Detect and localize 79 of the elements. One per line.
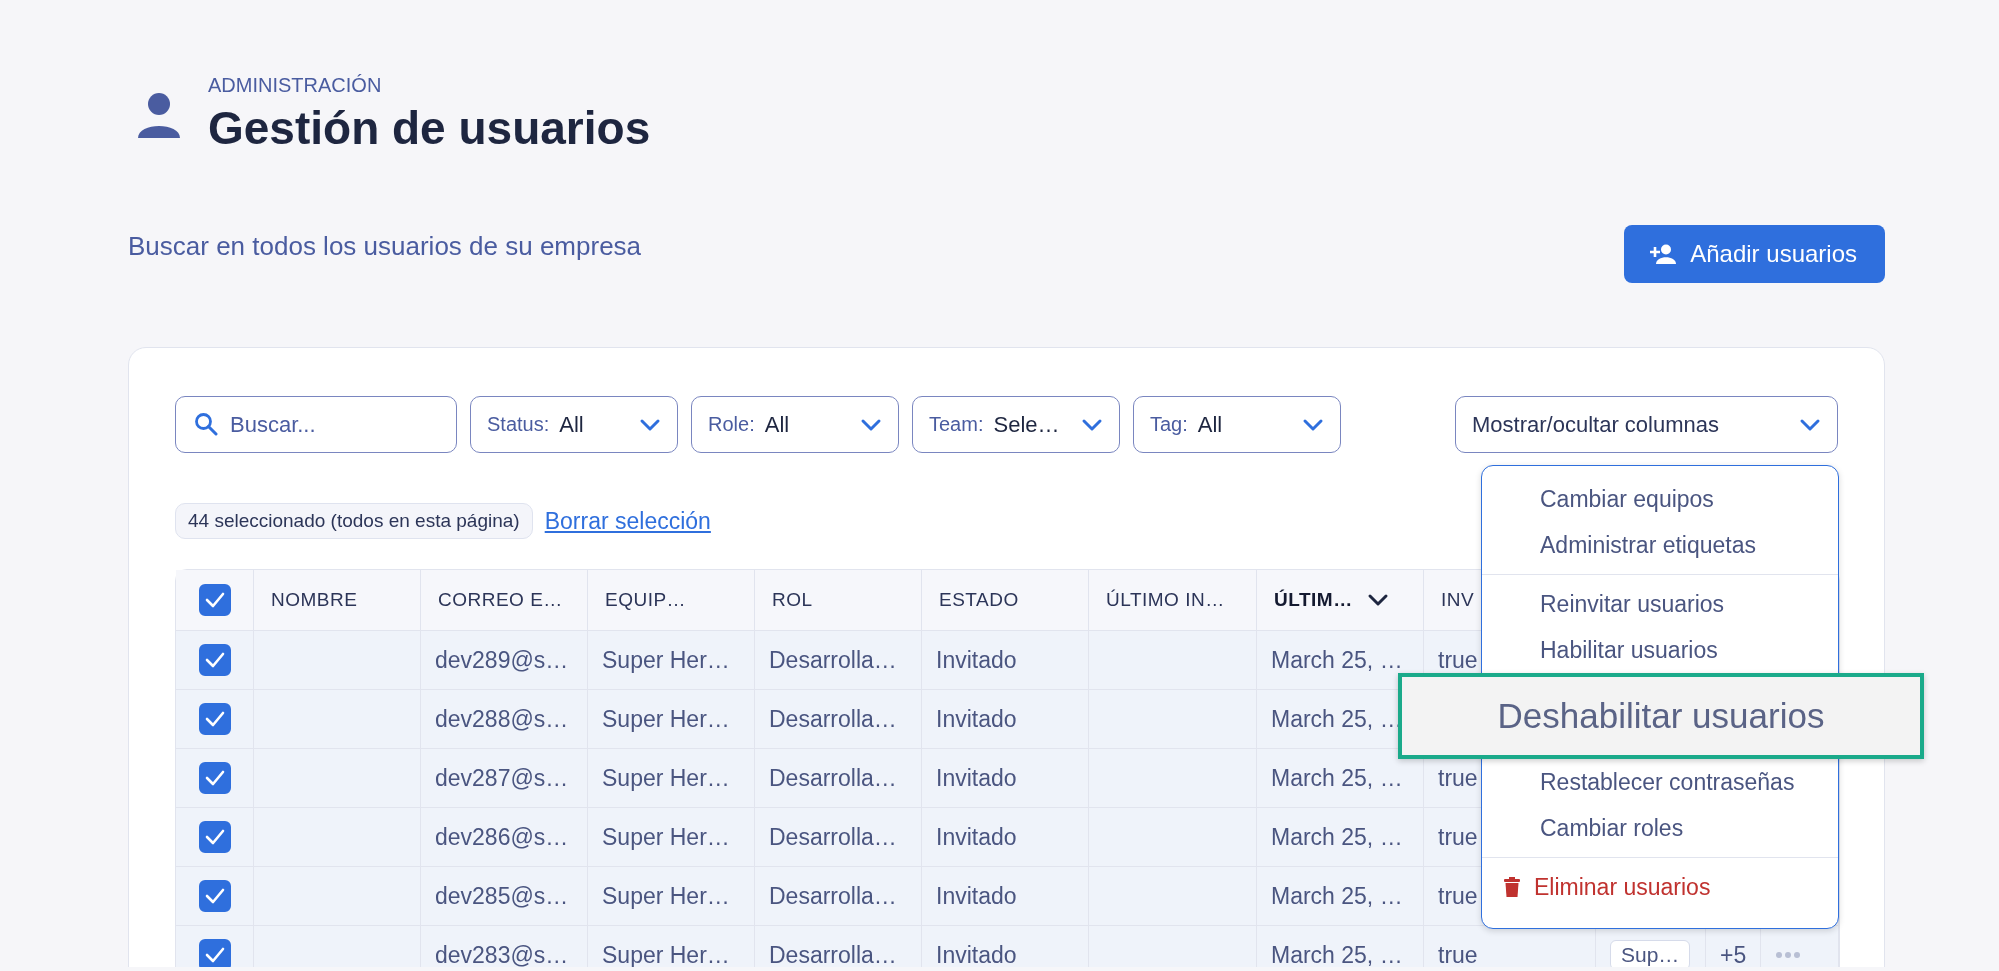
team-tag: Sup…	[1610, 940, 1691, 967]
checkmark-icon	[204, 829, 225, 845]
table-cell: dev286@s…	[421, 808, 588, 867]
table-cell: Invitado	[922, 926, 1089, 967]
add-users-button[interactable]: Añadir usuarios	[1624, 225, 1885, 283]
column-header[interactable]: ESTADO	[922, 570, 1089, 631]
menu-item[interactable]: Cambiar equipos	[1482, 476, 1838, 522]
checkbox[interactable]	[198, 880, 231, 912]
table-cell: dev287@s…	[421, 749, 588, 808]
column-header[interactable]: ROL	[755, 570, 922, 631]
sort-caret-icon	[1366, 593, 1389, 607]
table-cell: Super Her…	[588, 631, 755, 690]
checkbox[interactable]	[198, 584, 231, 616]
table-cell: true	[1424, 926, 1596, 967]
table-cell: Super Her…	[588, 749, 755, 808]
add-person-icon	[1650, 244, 1677, 264]
checkmark-icon	[204, 888, 225, 904]
table-cell: March 25, …	[1257, 749, 1424, 808]
table-cell: Super Her…	[588, 926, 755, 967]
table-cell: Super Her…	[588, 867, 755, 926]
trash-icon	[1504, 877, 1520, 897]
checkmark-icon	[204, 770, 225, 786]
filter-dropdown[interactable]: Status: All	[470, 396, 678, 453]
table-cell: Super Her…	[588, 808, 755, 867]
table-cell: Invitado	[922, 808, 1089, 867]
chevron-down-icon	[1302, 417, 1324, 432]
menu-item[interactable]: Reinvitar usuarios	[1482, 581, 1838, 627]
checkbox[interactable]	[198, 939, 231, 967]
zoom-callout: Deshabilitar usuarios	[1398, 673, 1924, 759]
search-field[interactable]: Buscar...	[175, 396, 457, 453]
filter-dropdown[interactable]: Role: All	[691, 396, 899, 453]
table-cell: Invitado	[922, 690, 1089, 749]
filter-dropdown[interactable]: Team: Sele…	[912, 396, 1120, 453]
table-cell: Invitado	[922, 631, 1089, 690]
columns-dropdown[interactable]: Mostrar/ocultar columnas	[1455, 396, 1838, 453]
table-cell: Invitado	[922, 749, 1089, 808]
table-cell: Desarrolla…	[755, 926, 922, 967]
menu-item[interactable]: Administrar etiquetas	[1482, 522, 1838, 568]
selection-count: 44 seleccionado (todos en esta página)	[175, 503, 533, 539]
table-cell: March 25, …	[1257, 631, 1424, 690]
table-cell: March 25, …	[1257, 808, 1424, 867]
table-cell: dev283@s…	[421, 926, 588, 967]
chevron-down-icon	[1081, 417, 1103, 432]
table-cell: dev285@s…	[421, 867, 588, 926]
table-cell: Desarrolla…	[755, 749, 922, 808]
column-header[interactable]: ÚLTIMO IN…	[1089, 570, 1257, 631]
table-cell: Desarrolla…	[755, 808, 922, 867]
filter-dropdown[interactable]: Tag: All	[1133, 396, 1341, 453]
column-header[interactable]: ÚLTIM…	[1257, 570, 1424, 631]
table-cell: Desarrolla…	[755, 690, 922, 749]
page-eyebrow: ADMINISTRACIÓN	[208, 74, 383, 97]
checkmark-icon	[204, 711, 225, 727]
table-cell: dev289@s…	[421, 631, 588, 690]
chevron-down-icon	[1799, 417, 1821, 432]
page-subtitle: Buscar en todos los usuarios de su empresa	[128, 230, 642, 262]
table-cell: March 25, …	[1257, 867, 1424, 926]
search-icon	[194, 412, 218, 436]
clear-selection-link[interactable]: Borrar selección	[544, 507, 711, 535]
table-cell: dev288@s…	[421, 690, 588, 749]
chevron-down-icon	[639, 417, 661, 432]
checkbox[interactable]	[198, 821, 231, 853]
table-cell: March 25, …	[1257, 926, 1424, 967]
table-cell: Desarrolla…	[755, 631, 922, 690]
checkbox[interactable]	[198, 644, 231, 676]
checkbox[interactable]	[198, 703, 231, 735]
person-icon	[136, 92, 182, 138]
checkmark-icon	[204, 592, 225, 608]
chevron-down-icon	[860, 417, 882, 432]
checkmark-icon	[204, 652, 225, 668]
table-cell: Invitado	[922, 867, 1089, 926]
page-title: Gestión de usuarios	[208, 101, 651, 155]
column-header[interactable]: EQUIP…	[588, 570, 755, 631]
checkmark-icon	[204, 947, 225, 963]
table-cell: Desarrolla…	[755, 867, 922, 926]
column-header[interactable]: CORREO E…	[421, 570, 588, 631]
column-header[interactable]: NOMBRE	[254, 570, 421, 631]
table-cell: Super Her…	[588, 690, 755, 749]
table-cell: +5	[1706, 926, 1761, 967]
checkbox[interactable]	[198, 762, 231, 794]
